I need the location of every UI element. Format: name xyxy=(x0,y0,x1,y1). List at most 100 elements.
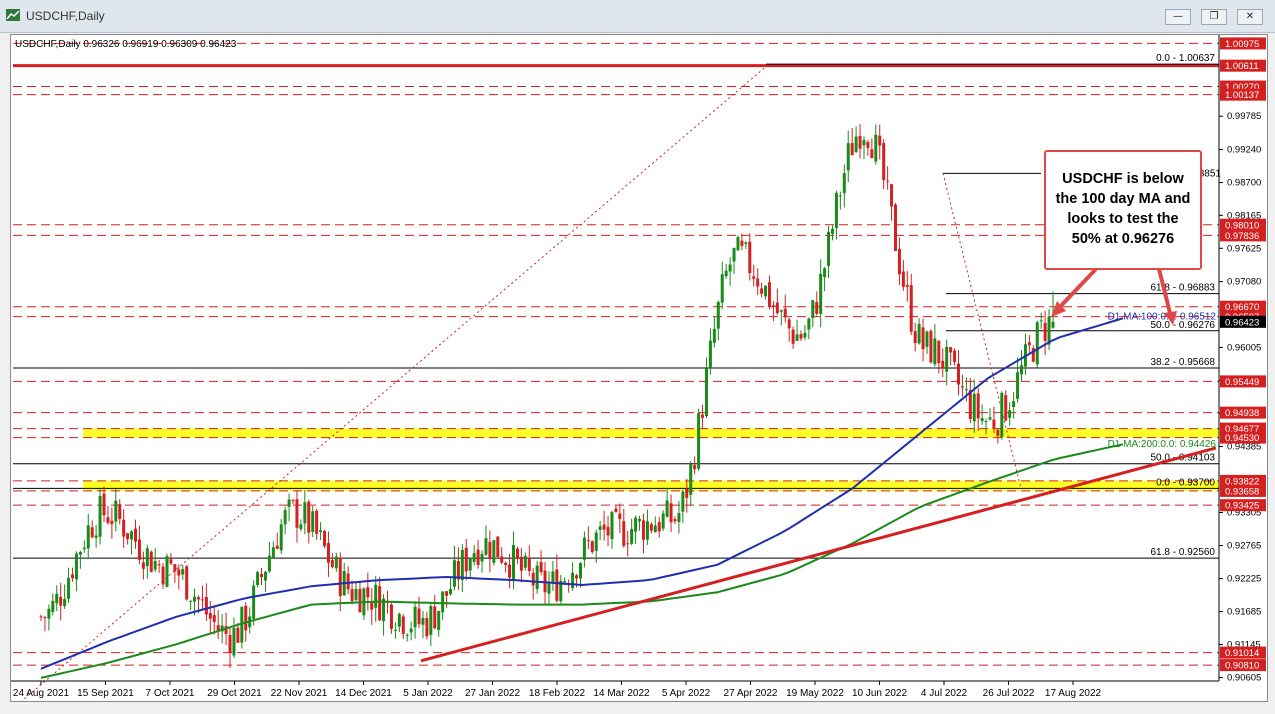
symbol-header: USDCHF,Daily 0.96326 0.96919 0.96309 0.9… xyxy=(15,39,237,50)
y-tick-label-5: 0.97080 xyxy=(1227,277,1261,288)
x-tick-label-9: 14 Mar 2022 xyxy=(593,688,650,699)
candle-body-66 xyxy=(299,524,303,529)
candle-body-13 xyxy=(90,527,94,538)
candle-body-247 xyxy=(1012,401,1016,408)
candle-body-198 xyxy=(819,273,823,314)
candle-body-237 xyxy=(972,393,976,422)
y-tick-label-2: 0.98700 xyxy=(1227,178,1261,189)
candle-body-241 xyxy=(988,417,992,420)
current-price-label: 0.96423 xyxy=(1225,317,1259,328)
candle-body-216 xyxy=(890,184,894,207)
candle-body-183 xyxy=(760,288,764,294)
candle-body-158 xyxy=(661,513,665,529)
candle-body-178 xyxy=(740,240,744,246)
annotation-line-1: the 100 day MA and xyxy=(1056,191,1191,207)
candle-body-177 xyxy=(736,237,740,251)
candle-body-9 xyxy=(74,553,78,580)
candle-body-5 xyxy=(59,597,63,606)
minimize-icon[interactable]: — xyxy=(1165,9,1191,25)
candle-body-50 xyxy=(236,627,240,643)
price-chart[interactable]: 0.0 - 1.0063761.8 - 0.9688350.0 - 0.9627… xyxy=(11,35,1267,701)
ma100-label: D1 MA:100:0.0: 0.96512 xyxy=(1108,311,1217,322)
candle-body-181 xyxy=(752,276,756,279)
candle-body-17 xyxy=(106,517,110,523)
candle-body-219 xyxy=(901,271,905,287)
candle-body-48 xyxy=(228,634,232,653)
candle-body-229 xyxy=(941,360,945,369)
candle-body-208 xyxy=(858,135,862,149)
candle-body-41 xyxy=(200,599,204,601)
candle-body-29 xyxy=(153,560,157,570)
candle-body-69 xyxy=(311,511,315,532)
candle-body-114 xyxy=(488,541,492,560)
candle-body-74 xyxy=(330,560,334,568)
fib-lower-label-2: 61.8 - 0.92560 xyxy=(1151,547,1216,558)
chart-area[interactable]: 0.0 - 1.00637 61.8 - 0.96883 50.0 - 0.9627… xyxy=(10,34,1268,702)
candle-body-20 xyxy=(118,504,122,519)
close-icon[interactable]: ✕ xyxy=(1237,9,1263,25)
candle-body-126 xyxy=(535,565,539,590)
candle-body-195 xyxy=(807,318,811,330)
candle-body-28 xyxy=(149,551,153,573)
candle-body-96 xyxy=(417,608,421,625)
candle-body-157 xyxy=(657,522,661,532)
candle-body-34 xyxy=(173,564,177,572)
candle-body-4 xyxy=(55,593,59,604)
candle-body-243 xyxy=(996,430,1000,436)
y-tick-label-12: 0.92225 xyxy=(1227,574,1261,585)
candle-body-63 xyxy=(287,499,291,507)
candle-body-175 xyxy=(728,264,732,272)
y-tick-label-1: 0.99240 xyxy=(1227,145,1261,156)
support-zone-2 xyxy=(83,480,1219,491)
candle-body-18 xyxy=(110,520,114,525)
candle-body-129 xyxy=(547,583,551,594)
level-box-label-9: 0.94938 xyxy=(1225,408,1259,419)
candle-body-209 xyxy=(862,139,866,146)
candle-body-153 xyxy=(641,520,645,540)
y-tick-label-13: 0.91685 xyxy=(1227,607,1261,618)
candle-body-165 xyxy=(689,463,693,495)
candle-body-32 xyxy=(165,556,169,588)
candle-body-65 xyxy=(295,499,299,528)
candle-body-230 xyxy=(945,346,949,372)
candle-body-60 xyxy=(275,545,279,549)
candle-body-7 xyxy=(67,577,71,599)
candle-body-173 xyxy=(720,274,724,303)
candle-body-159 xyxy=(665,500,669,517)
level-box-label-16: 0.90810 xyxy=(1225,661,1259,672)
candle-body-91 xyxy=(397,613,401,627)
candle-body-11 xyxy=(82,547,86,550)
level-box-label-5: 0.97836 xyxy=(1225,231,1259,242)
candle-body-2 xyxy=(47,608,51,619)
candle-body-240 xyxy=(984,421,988,423)
candle-body-137 xyxy=(578,563,582,579)
restore-icon[interactable]: ❐ xyxy=(1201,9,1227,25)
candle-body-90 xyxy=(393,629,397,631)
candle-body-202 xyxy=(834,192,838,229)
candle-body-76 xyxy=(338,557,342,597)
candle-body-43 xyxy=(208,613,212,619)
candle-body-185 xyxy=(767,282,771,307)
x-tick-label-7: 27 Jan 2022 xyxy=(465,688,520,699)
candle-body-118 xyxy=(504,562,508,566)
candle-body-180 xyxy=(748,241,752,274)
candle-body-214 xyxy=(882,143,886,181)
candle-body-256 xyxy=(1047,316,1051,345)
candle-body-146 xyxy=(614,508,618,512)
candle-body-140 xyxy=(590,541,594,552)
x-tick-label-1: 15 Sep 2021 xyxy=(77,688,134,699)
candle-body-61 xyxy=(279,524,283,551)
candle-body-37 xyxy=(185,566,189,600)
candle-body-149 xyxy=(626,543,630,545)
candle-body-78 xyxy=(346,573,350,590)
candle-body-184 xyxy=(764,285,768,297)
candle-body-38 xyxy=(189,600,193,602)
candle-body-211 xyxy=(870,149,874,159)
candle-body-110 xyxy=(472,553,476,562)
candle-body-81 xyxy=(358,588,362,613)
candle-body-191 xyxy=(791,329,795,344)
candle-body-52 xyxy=(244,605,248,631)
candle-body-196 xyxy=(811,300,815,318)
candle-body-213 xyxy=(878,135,882,146)
x-tick-label-16: 17 Aug 2022 xyxy=(1045,688,1102,699)
